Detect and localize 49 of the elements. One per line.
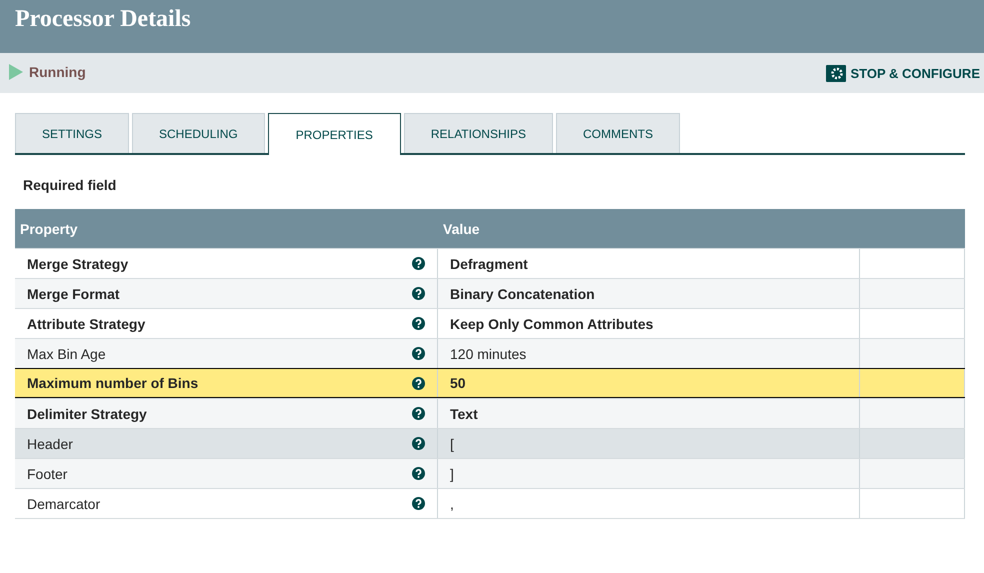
table-row[interactable]: Max Bin Age 120 minutes [15, 338, 965, 368]
help-icon[interactable] [412, 467, 425, 480]
property-name: Header [27, 436, 73, 452]
property-value: [ [450, 436, 454, 452]
window-title: Processor Details [15, 6, 191, 33]
help-icon[interactable] [412, 497, 425, 510]
help-icon[interactable] [412, 407, 425, 420]
property-value: Defragment [450, 256, 528, 272]
property-value: Text [450, 406, 478, 422]
table-row[interactable]: Delimiter Strategy Text [15, 398, 965, 428]
help-icon[interactable] [412, 376, 425, 390]
table-row[interactable]: Attribute Strategy Keep Only Common Attributes [15, 308, 965, 338]
table-row[interactable]: Demarcator , [15, 488, 965, 518]
help-icon[interactable] [412, 317, 425, 330]
property-name: Merge Strategy [27, 256, 128, 272]
property-name: Merge Format [27, 286, 120, 302]
property-value: , [450, 496, 454, 512]
property-name: Footer [27, 466, 68, 482]
property-name: Max Bin Age [27, 346, 106, 362]
stop-configure-button[interactable]: STOP & CONFIGURE [826, 64, 980, 82]
run-status: Running [29, 64, 86, 80]
property-value: 50 [450, 375, 466, 391]
property-name: Attribute Strategy [27, 316, 146, 332]
property-value: Binary Concatenation [450, 286, 595, 302]
property-name: Demarcator [27, 496, 100, 512]
property-name: Maximum number of Bins [27, 375, 198, 391]
tab[interactable]: PROPERTIES [268, 113, 401, 155]
property-value: 120 minutes [450, 346, 526, 362]
table-row[interactable]: Merge Format Binary Concatenation [15, 278, 965, 308]
table-row[interactable]: Footer ] [15, 458, 965, 488]
table-row[interactable]: Merge Strategy Defragment [15, 248, 965, 278]
required-field-legend: Required field [23, 177, 116, 193]
property-value: ] [450, 466, 454, 482]
tab[interactable]: COMMENTS [556, 113, 680, 153]
help-icon[interactable] [412, 437, 425, 450]
gear-icon [826, 64, 846, 82]
table-row[interactable]: Header [ [15, 428, 965, 458]
help-icon[interactable] [412, 347, 425, 360]
property-name: Delimiter Strategy [27, 406, 147, 422]
play-icon [9, 64, 23, 80]
column-header: Value [442, 220, 481, 236]
table-row[interactable]: Maximum number of Bins 50 [15, 368, 965, 398]
tab[interactable]: RELATIONSHIPS [404, 113, 553, 153]
column-header: Property [19, 220, 79, 236]
tab[interactable]: SCHEDULING [132, 113, 265, 153]
property-value: Keep Only Common Attributes [450, 316, 654, 332]
help-icon[interactable] [412, 287, 425, 300]
help-icon[interactable] [412, 257, 425, 270]
tab[interactable]: SETTINGS [15, 113, 130, 153]
